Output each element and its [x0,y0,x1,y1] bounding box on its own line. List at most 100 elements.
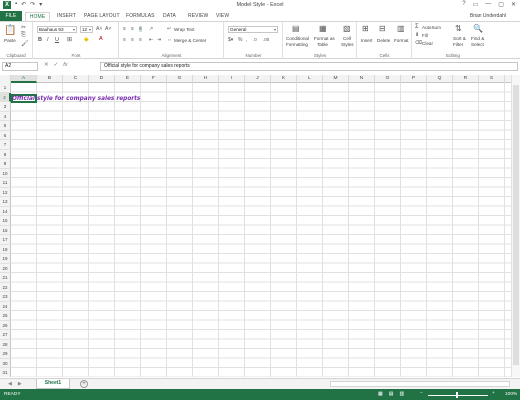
tab-data[interactable]: DATA [163,12,176,21]
percent-icon[interactable]: % [238,37,242,43]
column-header-c[interactable]: C [63,75,89,83]
format-as-table-label2[interactable]: Table [317,42,328,47]
row-header-21[interactable]: 21 [0,273,11,283]
fill-color-icon[interactable]: ◆ [84,36,89,43]
align-left-icon[interactable]: ≡ [123,37,126,43]
column-header-d[interactable]: D [89,75,115,83]
add-sheet-icon[interactable]: + [80,380,88,388]
middle-align-icon[interactable]: ≡ [131,26,134,32]
insert-function-icon[interactable]: fx [63,62,67,68]
row-header-16[interactable]: 16 [0,225,11,235]
row-header-30[interactable]: 30 [0,358,11,368]
worksheet-grid[interactable]: ABCDEFGHIJKLMNOPQRS 1 2 3 4 5 6 7 8 9 10 11 12 13 14 1… [0,75,520,377]
row-header-11[interactable]: 11 [0,178,11,188]
column-header-q[interactable]: Q [427,75,453,83]
currency-icon[interactable]: $▾ [228,37,233,43]
row-header-19[interactable]: 19 [0,254,11,264]
row-header-25[interactable]: 25 [0,311,11,321]
row-header-15[interactable]: 15 [0,216,11,226]
tab-file[interactable]: FILE [0,11,22,21]
underline-icon[interactable]: U [55,37,59,43]
cut-icon[interactable]: ✂ [21,24,26,31]
increase-indent-icon[interactable]: ⇥ [157,37,161,43]
bold-icon[interactable]: B [38,37,42,43]
prev-sheet-icon[interactable]: ◀ [8,381,12,387]
zoom-in-icon[interactable]: + [492,391,495,396]
row-header-3[interactable]: 3 [0,102,11,112]
row-header-10[interactable]: 10 [0,168,11,178]
column-header-b[interactable]: B [37,75,63,83]
align-center-icon[interactable]: ≡ [131,37,134,43]
tab-page-layout[interactable]: PAGE LAYOUT [84,12,120,21]
font-name-select[interactable]: Bauhaus 93 ▾ [37,26,77,33]
cell-a2[interactable]: Official style for company sales reports [12,96,140,102]
increase-decimal-icon[interactable]: .0 [253,37,257,42]
top-align-icon[interactable]: ≡ [123,26,126,32]
formula-input[interactable]: Official style for company sales reports [100,62,518,71]
vertical-scrollbar[interactable] [511,75,520,377]
font-size-select[interactable]: 12 ▾ [80,26,93,33]
font-color-icon[interactable]: A [99,36,103,42]
column-header-p[interactable]: P [401,75,427,83]
conditional-formatting-label2[interactable]: Formatting [286,42,308,47]
align-right-icon[interactable]: ≡ [139,37,142,43]
delete-button[interactable]: Delete [377,38,390,43]
row-header-28[interactable]: 28 [0,339,11,349]
row-header-8[interactable]: 8 [0,149,11,159]
format-as-table-label[interactable]: Format as [314,36,335,41]
row-header-5[interactable]: 5 [0,121,11,131]
row-header-4[interactable]: 4 [0,111,11,121]
select-all-corner[interactable] [0,75,11,83]
decrease-decimal-icon[interactable]: .00 [263,37,269,42]
wrap-text-button[interactable]: Wrap Text [174,27,195,32]
help-icon[interactable]: ? [462,1,465,8]
column-header-h[interactable]: H [193,75,219,83]
name-box[interactable]: A2 [2,62,38,71]
column-header-f[interactable]: F [141,75,167,83]
fill-button[interactable]: Fill [422,33,428,38]
number-format-select[interactable]: General ▾ [228,26,278,33]
insert-button[interactable]: Insert [361,38,373,43]
page-layout-view-icon[interactable]: ▤ [389,391,394,397]
column-header-l[interactable]: L [297,75,323,83]
row-header-27[interactable]: 27 [0,330,11,340]
tab-view[interactable]: VIEW [216,12,229,21]
column-header-m[interactable]: M [323,75,349,83]
row-header-14[interactable]: 14 [0,206,11,216]
row-header-29[interactable]: 29 [0,349,11,359]
paste-icon[interactable]: 📋 [4,25,16,36]
row-header-20[interactable]: 20 [0,263,11,273]
column-header-k[interactable]: K [271,75,297,83]
row-header-26[interactable]: 26 [0,320,11,330]
conditional-formatting-label[interactable]: Conditional [286,36,309,41]
column-header-e[interactable]: E [115,75,141,83]
row-header-7[interactable]: 7 [0,140,11,150]
find-select-label2[interactable]: Select [471,42,484,47]
tab-review[interactable]: REVIEW [188,12,208,21]
autosum-button[interactable]: AutoSum [422,25,441,30]
zoom-out-icon[interactable]: − [420,391,423,396]
cancel-icon[interactable]: ✕ [44,62,49,68]
row-header-2[interactable]: 2 [0,92,11,102]
vertical-scroll-thumb[interactable] [513,85,519,365]
orientation-icon[interactable]: ↗ [149,26,153,32]
column-header-s[interactable]: S [479,75,505,83]
clear-button[interactable]: Clear [422,41,433,46]
zoom-level[interactable]: 100% [505,392,517,397]
horizontal-scrollbar[interactable] [330,381,510,387]
shrink-font-icon[interactable]: A˅ [105,26,111,32]
row-header-17[interactable]: 17 [0,235,11,245]
next-sheet-icon[interactable]: ▶ [18,381,22,387]
page-break-view-icon[interactable]: ▥ [399,391,404,397]
row-header-13[interactable]: 13 [0,197,11,207]
grow-font-icon[interactable]: A˄ [96,26,102,32]
normal-view-icon[interactable]: ▦ [378,391,383,397]
copy-icon[interactable]: ⎘ [21,32,26,39]
decrease-indent-icon[interactable]: ⇤ [149,37,153,43]
tab-insert[interactable]: INSERT [57,12,76,21]
column-header-g[interactable]: G [167,75,193,83]
user-name[interactable]: Brian Underdahl [470,13,506,19]
row-header-9[interactable]: 9 [0,159,11,169]
row-header-24[interactable]: 24 [0,301,11,311]
close-icon[interactable]: ✕ [511,1,516,8]
